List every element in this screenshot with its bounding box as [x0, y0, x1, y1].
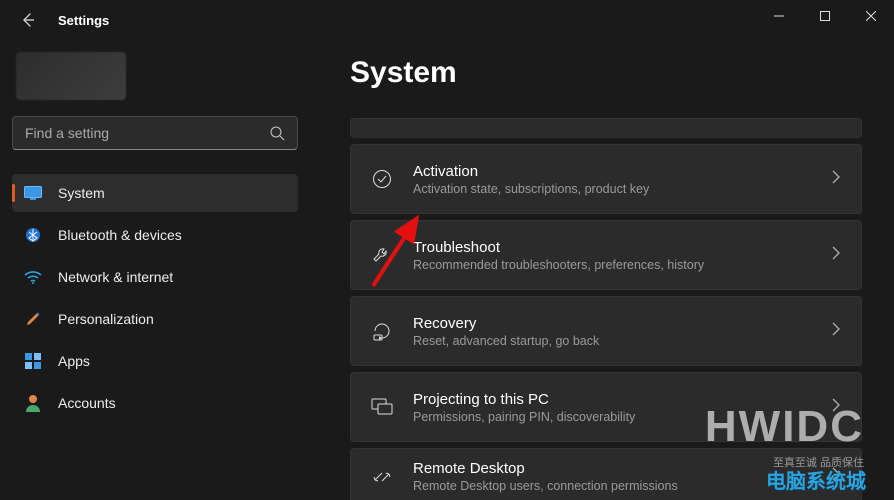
nav-label: Network & internet	[58, 269, 173, 285]
maximize-icon	[820, 11, 830, 21]
nav-item-apps[interactable]: Apps	[12, 342, 298, 380]
close-button[interactable]	[848, 0, 894, 32]
nav-label: System	[58, 185, 105, 201]
nav-item-personalization[interactable]: Personalization	[12, 300, 298, 338]
nav-item-network[interactable]: Network & internet	[12, 258, 298, 296]
main-content: System Activation Activation state, subs…	[310, 40, 894, 500]
chevron-right-icon	[831, 467, 841, 486]
nav-label: Bluetooth & devices	[58, 227, 182, 243]
sidebar: System Bluetooth & devices Network & int…	[0, 40, 310, 500]
settings-row-remote-desktop[interactable]: Remote Desktop Remote Desktop users, con…	[350, 448, 862, 500]
search-icon	[269, 125, 285, 141]
settings-row-partial[interactable]	[350, 118, 862, 138]
chevron-right-icon	[831, 322, 841, 341]
chevron-right-icon	[831, 170, 841, 189]
settings-row-projecting[interactable]: Projecting to this PC Permissions, pairi…	[350, 372, 862, 442]
chevron-right-icon	[831, 398, 841, 417]
row-title: Projecting to this PC	[413, 391, 831, 408]
nav-label: Personalization	[58, 311, 154, 327]
remote-arrows-icon	[371, 466, 393, 488]
chevron-right-icon	[831, 246, 841, 265]
minimize-icon	[774, 11, 784, 21]
search-box[interactable]	[12, 116, 298, 150]
page-title: System	[350, 56, 862, 90]
row-title: Remote Desktop	[413, 460, 831, 477]
row-title: Troubleshoot	[413, 239, 831, 256]
app-title: Settings	[58, 13, 109, 28]
nav-item-bluetooth[interactable]: Bluetooth & devices	[12, 216, 298, 254]
close-icon	[866, 11, 876, 21]
bluetooth-icon	[24, 226, 42, 244]
row-subtitle: Activation state, subscriptions, product…	[413, 182, 831, 196]
person-icon	[24, 394, 42, 412]
nav-item-system[interactable]: System	[12, 174, 298, 212]
maximize-button[interactable]	[802, 0, 848, 32]
brush-icon	[24, 310, 42, 328]
apps-icon	[24, 352, 42, 370]
row-subtitle: Reset, advanced startup, go back	[413, 334, 831, 348]
back-button[interactable]	[14, 6, 42, 34]
nav-item-accounts[interactable]: Accounts	[12, 384, 298, 422]
row-subtitle: Permissions, pairing PIN, discoverabilit…	[413, 410, 831, 424]
projecting-icon	[371, 396, 393, 418]
nav-label: Accounts	[58, 395, 116, 411]
settings-row-activation[interactable]: Activation Activation state, subscriptio…	[350, 144, 862, 214]
row-subtitle: Recommended troubleshooters, preferences…	[413, 258, 831, 272]
recovery-icon	[371, 320, 393, 342]
settings-row-recovery[interactable]: Recovery Reset, advanced startup, go bac…	[350, 296, 862, 366]
display-icon	[24, 184, 42, 202]
nav-label: Apps	[58, 353, 90, 369]
wifi-icon	[24, 268, 42, 286]
arrow-left-icon	[20, 12, 36, 28]
user-profile-card[interactable]	[16, 52, 126, 100]
check-circle-icon	[371, 168, 393, 190]
row-title: Recovery	[413, 315, 831, 332]
minimize-button[interactable]	[756, 0, 802, 32]
nav-list: System Bluetooth & devices Network & int…	[12, 174, 298, 422]
row-title: Activation	[413, 163, 831, 180]
wrench-icon	[371, 244, 393, 266]
settings-row-troubleshoot[interactable]: Troubleshoot Recommended troubleshooters…	[350, 220, 862, 290]
row-subtitle: Remote Desktop users, connection permiss…	[413, 479, 831, 493]
search-input[interactable]	[25, 125, 269, 141]
